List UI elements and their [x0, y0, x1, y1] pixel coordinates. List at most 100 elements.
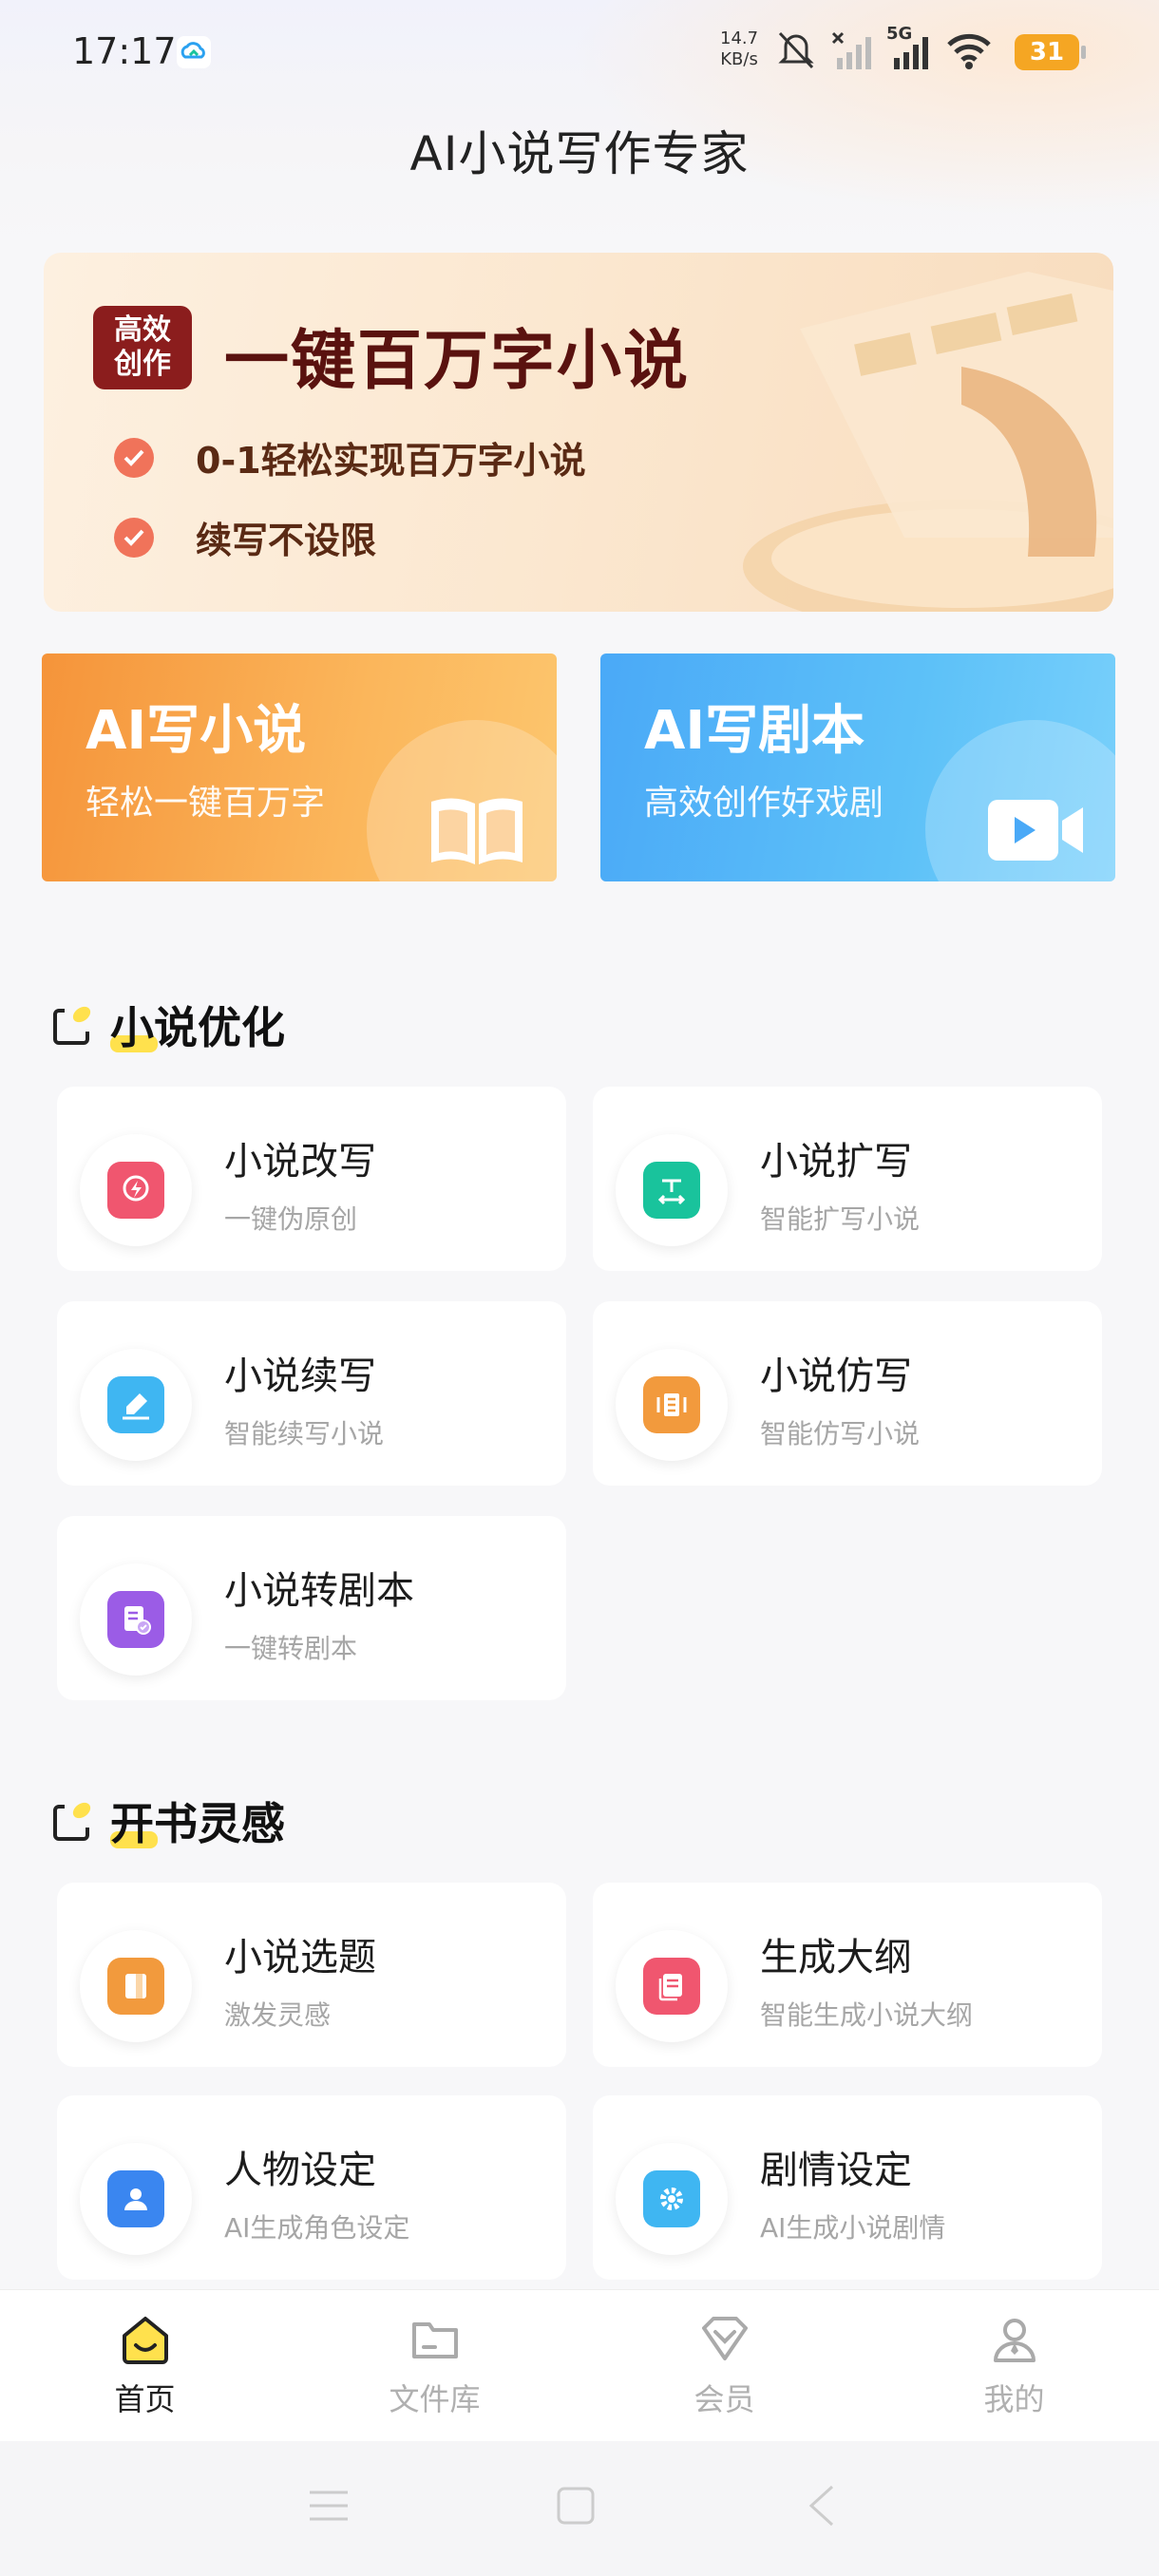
tool-name: 人物设定: [224, 2149, 376, 2192]
tool-desc: AI生成角色设定: [224, 2212, 410, 2244]
nav-profile[interactable]: 我的: [869, 2290, 1159, 2441]
outline-icon: [643, 1958, 700, 2015]
book-icon: [431, 798, 522, 864]
signal-icon: [894, 37, 928, 69]
tool-icon-wrap: [616, 2143, 728, 2255]
tool-name: 小说改写: [224, 1140, 376, 1184]
tool-icon-wrap: [616, 1930, 728, 2042]
feature-title: AI写剧本: [644, 700, 865, 762]
ai-script-card[interactable]: AI写剧本 高效创作好戏剧: [600, 653, 1115, 881]
tool-plot-setting[interactable]: 剧情设定 AI生成小说剧情: [593, 2095, 1102, 2280]
banner-point: 0-1轻松实现百万字小说: [114, 431, 586, 483]
tool-name: 小说转剧本: [224, 1569, 414, 1613]
tool-desc: AI生成小说剧情: [760, 2212, 946, 2244]
tool-novel-expand[interactable]: 小说扩写 智能扩写小说: [593, 1087, 1102, 1271]
tool-character-setting[interactable]: 人物设定 AI生成角色设定: [57, 2095, 566, 2280]
wifi-icon: [947, 33, 991, 69]
tool-name: 生成大纲: [760, 1936, 912, 1979]
tool-novel-continue[interactable]: 小说续写 智能续写小说: [57, 1301, 566, 1486]
status-time: 17:17: [72, 30, 177, 72]
newspaper-illustration: [743, 272, 1113, 612]
nav-label: 我的: [983, 2381, 1045, 2417]
convert-script-icon: [107, 1591, 164, 1648]
section-title: 开书灵感: [110, 1790, 285, 1852]
continue-icon: [107, 1376, 164, 1433]
check-icon: [114, 437, 154, 478]
tool-name: 剧情设定: [760, 2149, 912, 2192]
section-marker-icon: [53, 1802, 91, 1841]
tool-novel-rewrite[interactable]: 小说改写 一键伪原创: [57, 1087, 566, 1271]
tool-desc: 智能仿写小说: [760, 1418, 921, 1449]
badge-line-1: 高效: [114, 313, 171, 347]
banner-point-text: 续写不设限: [196, 520, 377, 561]
signal-5g: 5G: [886, 24, 934, 71]
home-icon: [122, 2317, 168, 2364]
battery-indicator: 31: [1015, 34, 1086, 70]
tool-icon-wrap: [616, 1349, 728, 1461]
tool-desc: 一键转剧本: [224, 1633, 358, 1664]
network-speed: 14.7 KB/s: [720, 28, 758, 70]
nav-home[interactable]: 首页: [0, 2290, 290, 2441]
nav-label: 会员: [694, 2381, 755, 2417]
status-bar: 17:17 14.7 KB/s 5G 31: [0, 0, 1159, 104]
status-icons: 5G: [774, 24, 993, 74]
tool-novel-imitate[interactable]: 小说仿写 智能仿写小说: [593, 1301, 1102, 1486]
folder-icon: [411, 2322, 458, 2358]
section-header-optimize: 小说优化: [51, 994, 285, 1056]
tool-icon-wrap: [80, 1134, 192, 1246]
section-title: 小说优化: [110, 994, 285, 1056]
page-title: AI小说写作专家: [409, 126, 750, 181]
nav-files[interactable]: 文件库: [290, 2290, 580, 2441]
menu-icon[interactable]: [306, 2483, 352, 2529]
no-signal-icon: [831, 31, 871, 69]
tool-name: 小说仿写: [760, 1354, 912, 1398]
vip-icon: [701, 2317, 748, 2360]
feature-subtitle: 高效创作好戏剧: [644, 784, 884, 823]
speed-value: 14.7: [720, 28, 759, 48]
tool-icon-wrap: [80, 2143, 192, 2255]
system-nav-bar: [0, 2441, 1159, 2576]
mute-icon: [778, 31, 814, 69]
nav-label: 文件库: [389, 2381, 481, 2417]
home-square-icon[interactable]: [555, 2485, 597, 2527]
character-icon: [107, 2170, 164, 2227]
section-header-inspiration: 开书灵感: [51, 1790, 285, 1852]
tool-desc: 智能续写小说: [224, 1418, 385, 1449]
profile-icon: [993, 2319, 1036, 2362]
plot-icon: [643, 2170, 700, 2227]
tool-desc: 智能生成小说大纲: [760, 1999, 974, 2031]
tool-name: 小说续写: [224, 1354, 376, 1398]
promo-banner[interactable]: 高效 创作 一键百万字小说 0-1轻松实现百万字小说 续写不设限: [44, 253, 1113, 612]
nav-vip[interactable]: 会员: [580, 2290, 869, 2441]
nav-label: 首页: [114, 2381, 176, 2417]
badge-line-2: 创作: [114, 348, 171, 381]
topic-icon: [107, 1958, 164, 2015]
banner-point-text: 0-1轻松实现百万字小说: [196, 440, 586, 482]
tool-icon-wrap: [616, 1134, 728, 1246]
efficient-badge: 高效 创作: [93, 306, 192, 389]
tool-icon-wrap: [80, 1563, 192, 1676]
speed-unit: KB/s: [720, 49, 758, 69]
check-icon: [114, 517, 154, 558]
back-icon[interactable]: [804, 2483, 842, 2529]
ai-novel-card[interactable]: AI写小说 轻松一键百万字: [42, 653, 557, 881]
banner-headline: 一键百万字小说: [224, 324, 691, 399]
feature-subtitle: 轻松一键百万字: [86, 784, 326, 823]
expand-icon: [643, 1162, 700, 1219]
tool-novel-to-script[interactable]: 小说转剧本 一键转剧本: [57, 1516, 566, 1700]
tool-generate-outline[interactable]: 生成大纲 智能生成小说大纲: [593, 1883, 1102, 2067]
tool-desc: 智能扩写小说: [760, 1203, 921, 1235]
bottom-nav: 首页 文件库 会员 我的: [0, 2289, 1159, 2441]
feature-title: AI写小说: [86, 700, 307, 762]
rewrite-icon: [107, 1162, 164, 1219]
tool-desc: 激发灵感: [224, 1999, 332, 2031]
tool-name: 小说扩写: [760, 1140, 912, 1184]
tool-desc: 一键伪原创: [224, 1203, 358, 1235]
video-icon: [988, 800, 1083, 861]
imitate-icon: [643, 1376, 700, 1433]
tool-novel-topic[interactable]: 小说选题 激发灵感: [57, 1883, 566, 2067]
banner-point: 续写不设限: [114, 511, 376, 563]
tool-icon-wrap: [80, 1349, 192, 1461]
tool-name: 小说选题: [224, 1936, 376, 1979]
cloud-sync-icon: [177, 36, 211, 68]
